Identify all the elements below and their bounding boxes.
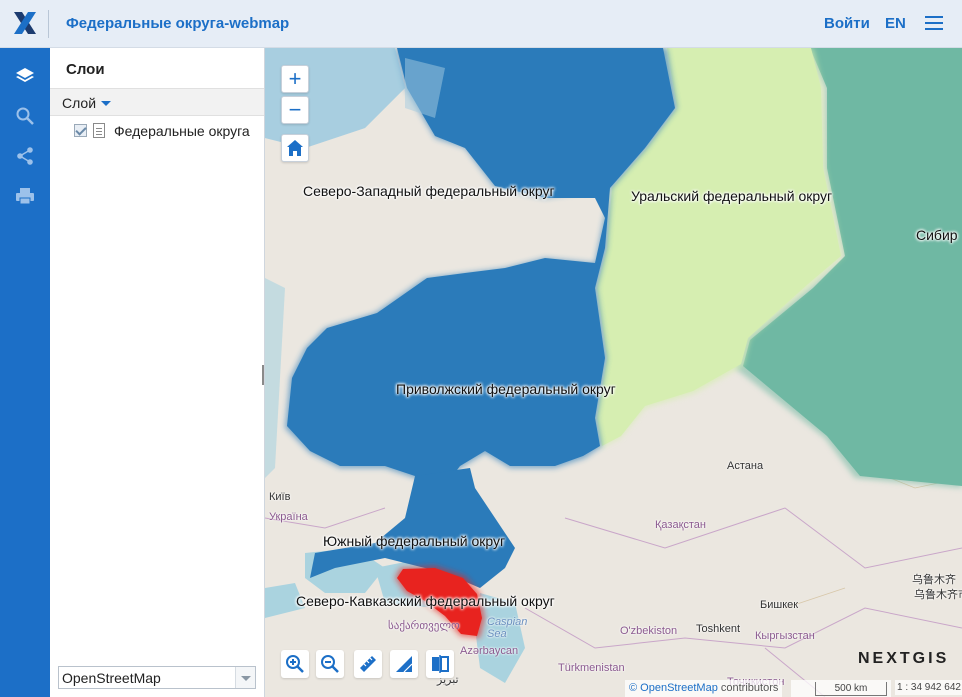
identify-button[interactable]	[426, 650, 454, 678]
hamburger-menu-icon[interactable]	[925, 16, 943, 30]
layer-item[interactable]: Федеральные округа	[50, 120, 264, 142]
app-header: Федеральные округа-webmap Войти EN	[0, 0, 962, 48]
share-icon	[17, 147, 33, 165]
basemap-select[interactable]: OpenStreetMap	[58, 666, 256, 689]
identify-icon	[432, 655, 449, 673]
share-tool-button[interactable]	[0, 136, 50, 176]
zoom-in-tool-icon	[286, 655, 304, 673]
layer-label: Федеральные округа	[114, 123, 250, 139]
place-label-uzbekistan: O'zbekiston	[620, 625, 678, 637]
layer-column-header[interactable]: Слой	[50, 88, 264, 116]
place-label-turkmenistan: Türkmenistan	[558, 662, 625, 674]
search-icon	[16, 107, 34, 125]
zoom-out-tool-button[interactable]	[316, 650, 344, 678]
document-icon	[93, 123, 105, 138]
print-icon	[16, 188, 34, 205]
home-button[interactable]	[281, 134, 309, 162]
basemap-value: OpenStreetMap	[62, 670, 161, 686]
layers-tool-button[interactable]	[0, 56, 50, 96]
chevron-down-icon[interactable]	[235, 667, 255, 688]
place-label-ukraine: Україна	[269, 511, 308, 523]
nextgis-logo-icon[interactable]	[12, 10, 38, 36]
place-label-tashkent: Toshkent	[696, 623, 741, 635]
login-link[interactable]: Войти	[824, 15, 870, 32]
search-tool-button[interactable]	[0, 96, 50, 136]
zoom-in-button[interactable]: +	[281, 65, 309, 93]
place-label-kyrgyzstan: Кыргызстан	[755, 630, 815, 642]
home-icon	[287, 140, 303, 156]
ruler-icon	[360, 656, 376, 672]
attribution-suffix: contributors	[720, 682, 779, 694]
layers-icon	[16, 68, 34, 82]
layers-panel: Слои Слой Федеральные округа OpenStreetM…	[50, 48, 265, 697]
place-label-georgia: საქართველო	[388, 620, 460, 632]
scale-line: 500 km	[791, 680, 891, 697]
place-label-kazakhstan: Қазақстан	[655, 519, 706, 531]
place-label-bishkek: Бишкек	[760, 599, 799, 611]
district-label-south: Южный федеральный округ	[323, 533, 506, 549]
osm-attribution-link[interactable]: © OpenStreetMap	[629, 682, 718, 694]
measure-area-button[interactable]	[390, 650, 418, 678]
zoom-in-tool-button[interactable]	[281, 650, 309, 678]
scale-ratio: 1 : 34 942 642	[895, 680, 962, 695]
place-label-urumqi-city: 乌鲁木齐市	[914, 589, 962, 601]
scale-bar-label: 500 km	[815, 682, 887, 696]
header-divider	[48, 10, 49, 38]
print-tool-button[interactable]	[0, 176, 50, 216]
map-view[interactable]: Северо-Западный федеральный округ Уральс…	[265, 48, 962, 697]
page-title: Федеральные округа-webmap	[66, 15, 290, 32]
district-label-volga: Приволжский федеральный округ	[396, 381, 616, 397]
left-toolbar	[0, 48, 50, 697]
place-label-azerbaijan: Azərbaycan	[460, 645, 519, 657]
place-label-caspian-sea: Caspian Sea	[487, 616, 528, 640]
ruler-button[interactable]	[354, 650, 382, 678]
zoom-out-tool-icon	[321, 655, 339, 673]
district-label-northwest: Северо-Западный федеральный округ	[303, 183, 555, 199]
place-label-kyiv: Київ	[269, 491, 291, 503]
nextgis-brand-logo: NEXTGIS	[858, 650, 950, 667]
measure-area-icon	[396, 656, 413, 673]
layer-header-label: Слой	[62, 95, 97, 111]
layer-visibility-checkbox[interactable]	[74, 124, 87, 137]
map-attribution: © OpenStreetMap contributors	[625, 680, 783, 697]
panel-title: Слои	[66, 61, 105, 78]
district-label-north-caucasus: Северо-Кавказский федеральный округ	[296, 593, 555, 609]
language-switch[interactable]: EN	[885, 15, 906, 32]
panel-splitter-handle[interactable]	[262, 365, 264, 385]
place-label-astana: Астана	[727, 460, 764, 472]
district-label-siberia: Сибир	[916, 227, 958, 243]
chevron-down-icon[interactable]	[101, 101, 111, 106]
zoom-out-button[interactable]: −	[281, 96, 309, 124]
district-label-urals: Уральский федеральный округ	[631, 188, 833, 204]
place-label-urumqi: 乌鲁木齐	[912, 574, 956, 586]
